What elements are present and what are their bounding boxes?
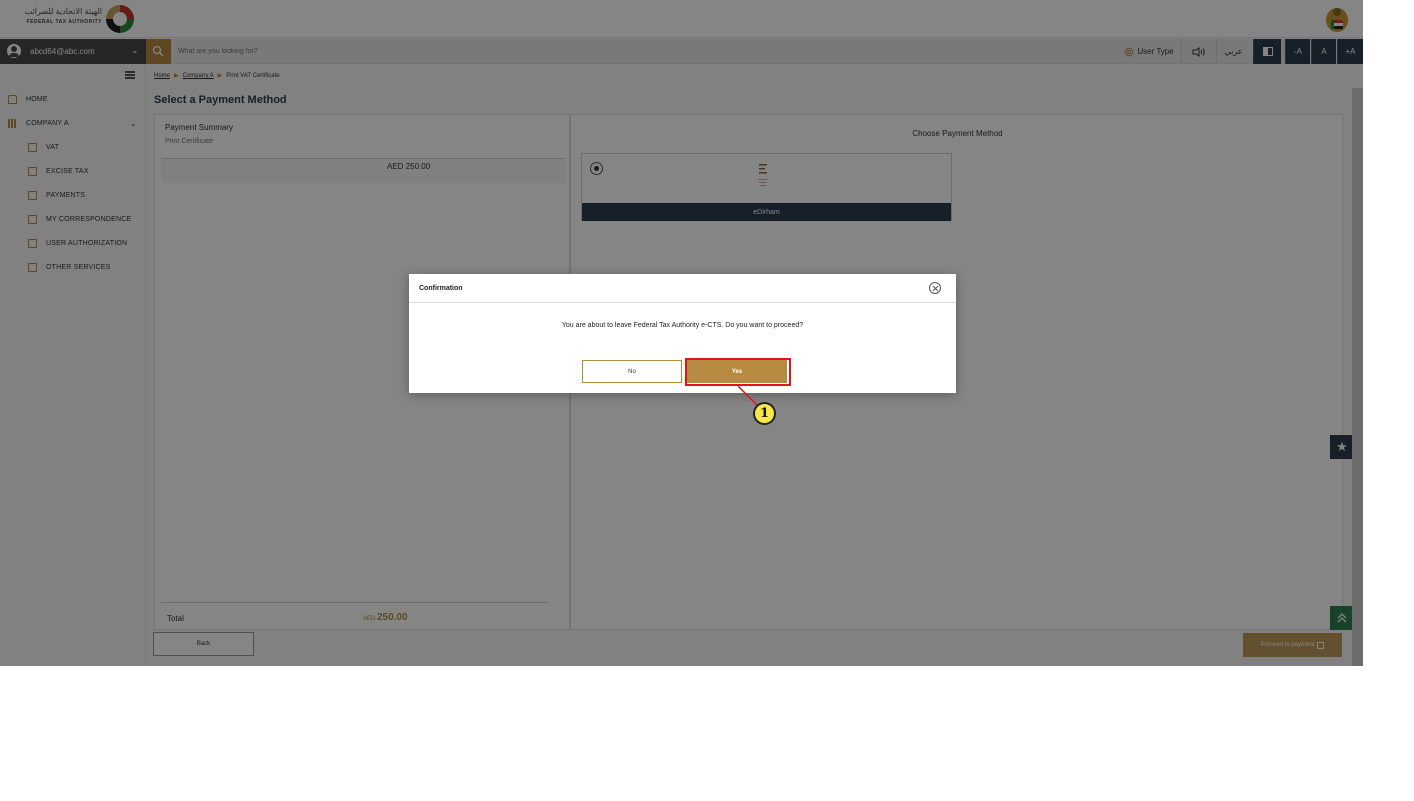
step-number-badge: 1: [753, 402, 776, 425]
dialog-header: Confirmation: [409, 274, 956, 303]
yes-highlight-box: [685, 358, 791, 386]
dialog-message: You are about to leave Federal Tax Autho…: [561, 322, 804, 329]
dialog-title: Confirmation: [419, 285, 463, 292]
app-window: الهيئة الاتحادية للضرائب FEDERAL TAX AUT…: [0, 0, 1363, 666]
close-icon[interactable]: [929, 282, 941, 294]
no-button[interactable]: No: [582, 360, 682, 383]
confirmation-dialog: Confirmation You are about to leave Fede…: [409, 274, 956, 393]
